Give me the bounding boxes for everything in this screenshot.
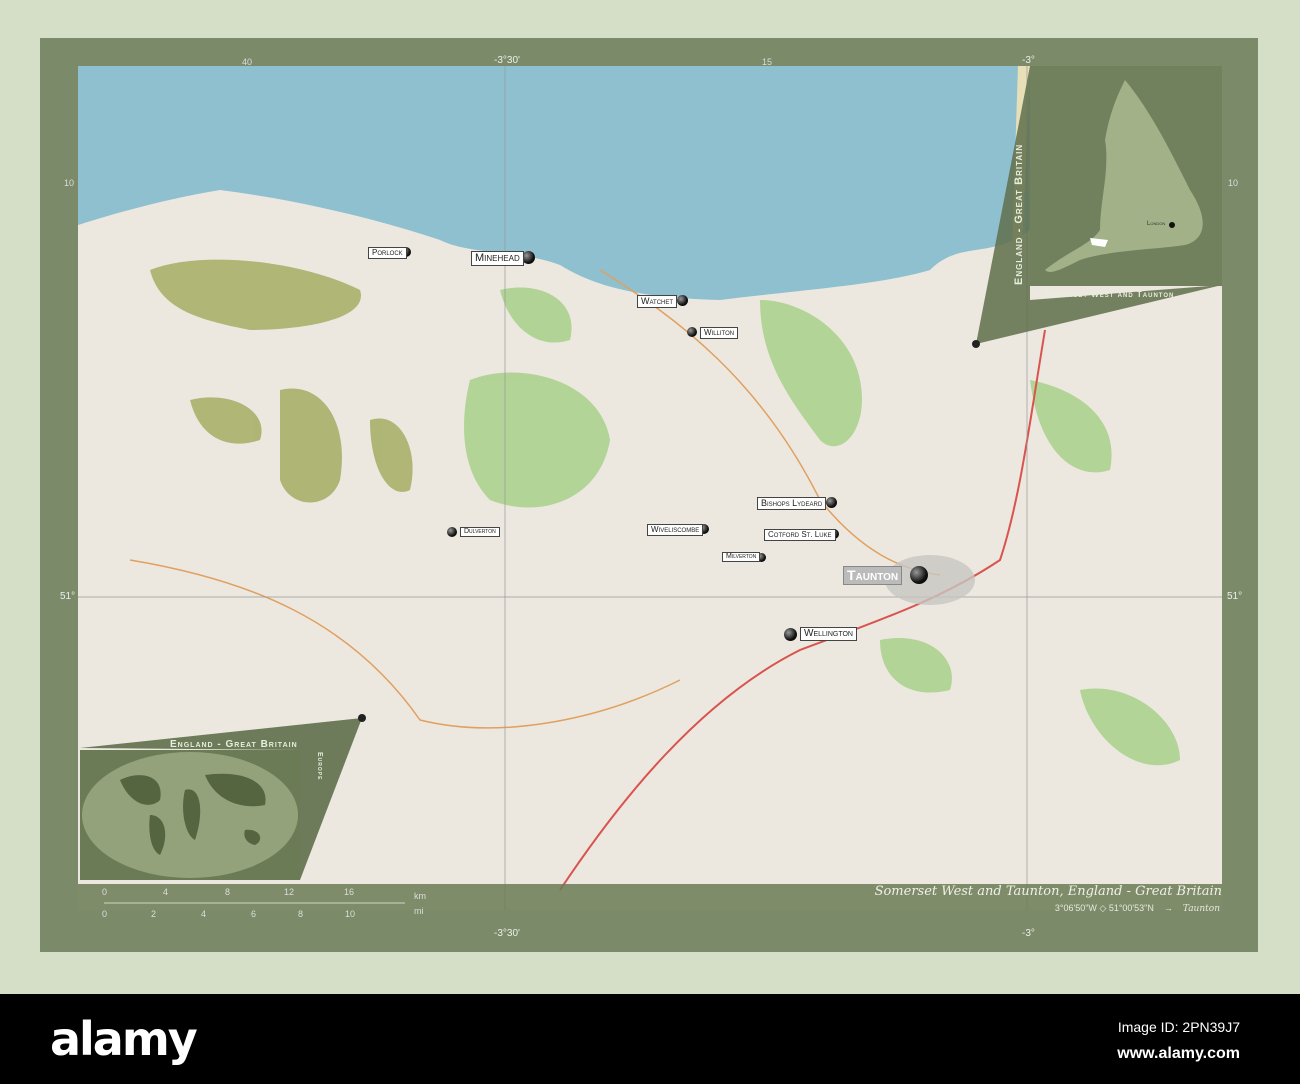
williton-marker[interactable] (687, 327, 697, 337)
place-label-taunton[interactable]: Taunton (843, 566, 903, 585)
watermark-footer: alamy Image ID: 2PN39J7 www.alamy.com (0, 994, 1300, 1084)
alamy-logo: alamy (50, 1012, 198, 1066)
lon-label-bottom-2: -3° (1022, 928, 1035, 939)
place-label-cotford-st-luke[interactable]: Cotford St. Luke (764, 529, 836, 541)
km-tick: 0 (102, 887, 108, 897)
capital-name: Taunton (1182, 904, 1220, 914)
london-marker (1169, 222, 1175, 228)
map-canvas (78, 66, 1222, 910)
dulverton-marker[interactable] (447, 527, 457, 537)
km-unit: km (414, 891, 426, 901)
arrow-icon: → (1163, 903, 1173, 913)
london-label: London (1147, 221, 1166, 227)
minor-tick-right: 10 (1228, 178, 1239, 188)
mi-tick: 0 (102, 909, 108, 919)
map-title: Somerset West and Taunton, England - Gre… (874, 884, 1222, 899)
lon-label-top-2: -3° (1022, 55, 1035, 66)
mi-tick: 10 (345, 909, 356, 919)
site-url[interactable]: www.alamy.com (1117, 1040, 1240, 1067)
watchet-marker[interactable] (677, 295, 688, 306)
image-info: Image ID: 2PN39J7 www.alamy.com (1117, 1016, 1240, 1067)
minor-tick-top-left: 40 (242, 57, 253, 67)
place-label-wellington[interactable]: Wellington (800, 627, 857, 641)
lon-label-top-1: -3°30' (494, 55, 520, 66)
km-tick: 16 (344, 887, 355, 897)
km-tick: 12 (284, 887, 295, 897)
mi-tick: 2 (151, 909, 157, 919)
place-label-porlock[interactable]: Porlock (368, 247, 407, 259)
km-tick: 8 (225, 887, 231, 897)
minor-marker (358, 714, 366, 722)
mi-tick: 8 (298, 909, 304, 919)
minor-tick-top-right: 15 (762, 57, 773, 67)
place-label-bishops-lydeard[interactable]: Bishops Lydeard (757, 497, 827, 510)
image-id: Image ID: 2PN39J7 (1117, 1019, 1240, 1035)
mi-unit: mi (414, 906, 424, 916)
km-tick: 4 (163, 887, 169, 897)
minor-marker (972, 340, 980, 348)
mi-tick: 4 (201, 909, 207, 919)
coordinates-text: 3°06'50"W ◇ 51°00'53"N (1054, 903, 1154, 913)
region-name-label: Somerset West and Taunton (1045, 290, 1175, 299)
place-label-wiveliscombe[interactable]: Wiveliscombe (647, 524, 704, 536)
place-label-watchet[interactable]: Watchet (637, 295, 678, 308)
country-inset-title: England - Great Britain (1013, 143, 1025, 285)
lat-label-left: 51° (60, 591, 76, 602)
mi-tick: 6 (251, 909, 257, 919)
minor-tick-left: 10 (64, 178, 75, 188)
place-label-williton[interactable]: Williton (700, 327, 739, 339)
place-label-minehead[interactable]: Minehead (471, 251, 524, 267)
wellington-marker[interactable] (784, 628, 797, 641)
lat-label-right: 51° (1227, 591, 1243, 602)
map-coordinates: 3°06'50"W ◇ 51°00'53"N → Taunton (1055, 903, 1220, 914)
world-inset-title: England - Great Britain (170, 739, 298, 750)
place-label-dulverton[interactable]: Dulverton (460, 527, 500, 538)
place-label-milverton[interactable]: Milverton (722, 552, 761, 563)
continent-label: Europe (316, 752, 323, 781)
lon-label-bottom-1: -3°30' (494, 928, 520, 939)
taunton-marker[interactable] (910, 566, 928, 584)
bishops-lydeard-marker[interactable] (826, 497, 837, 508)
minehead-marker[interactable] (522, 251, 535, 264)
